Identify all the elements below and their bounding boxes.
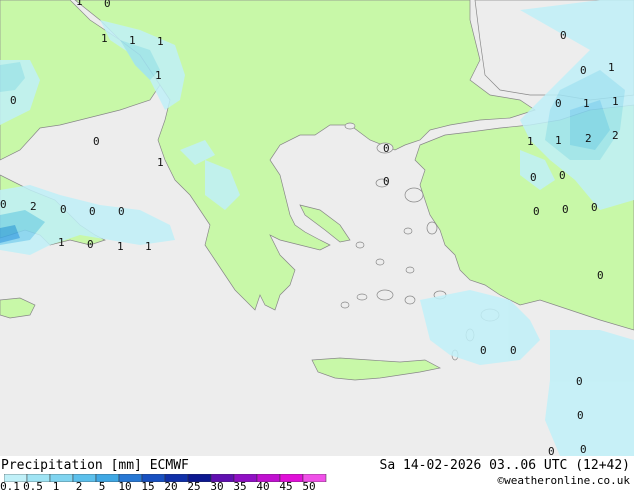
value-label: 0 [559, 169, 566, 182]
value-label: 1 [527, 135, 534, 148]
colorbar-tick: 10 [118, 480, 132, 493]
value-label: 1 [555, 134, 562, 147]
legend-title-text: Precipitation [mm] [1, 458, 142, 473]
value-label: 0 [383, 142, 390, 155]
value-label: 2 [585, 132, 592, 145]
value-label: 0 [87, 238, 94, 251]
land-crete [311, 357, 442, 381]
value-label: 0 [510, 344, 517, 357]
value-label: 0 [104, 0, 111, 10]
value-label: 0 [580, 443, 587, 456]
value-label: 1 [608, 61, 615, 74]
value-label: 0 [89, 205, 96, 218]
colorbar-tick: 20 [164, 480, 178, 493]
colorbar-tick: 40 [256, 480, 270, 493]
value-label: 1 [58, 236, 65, 249]
value-label: 0 [562, 203, 569, 216]
colorbar-tick: 5 [98, 480, 106, 493]
value-label: 2 [612, 129, 619, 142]
credit-text: ©weatheronline.co.uk [497, 474, 630, 487]
value-label: 1 [145, 240, 152, 253]
value-label: 1 [157, 156, 164, 169]
value-label: 0 [555, 97, 562, 110]
value-label: 0 [591, 201, 598, 214]
colorbar-tick: 50 [302, 480, 316, 493]
value-label: 0 [118, 205, 125, 218]
value-label: 0 [597, 269, 604, 282]
value-label: 0 [60, 203, 67, 216]
colorbar-tick: 0.1 [0, 480, 20, 493]
value-label: 1 [117, 240, 124, 253]
value-label: 0 [560, 29, 567, 42]
value-label: 1 [101, 32, 108, 45]
colorbar-tick: 45 [279, 480, 293, 493]
colorbar-ticks: 0.1 0.5 1 2 5 10 15 20 25 30 35 40 45 50 [0, 480, 340, 493]
value-label: 1 [612, 95, 619, 108]
value-label: 0 [580, 64, 587, 77]
precipitation-map: 0 1 1 1 1 1 0 0 1 0 0 2 0 0 1 0 1 1 0 0 … [0, 0, 634, 456]
map-graphic [0, 0, 634, 456]
value-label: 0 [383, 175, 390, 188]
value-label: 1 [155, 69, 162, 82]
colorbar-tick: 15 [141, 480, 155, 493]
colorbar-tick: 25 [187, 480, 201, 493]
value-label: 0 [548, 445, 555, 457]
land-sicily [0, 297, 36, 319]
colorbar-tick: 1 [52, 480, 60, 493]
value-label: 1 [583, 97, 590, 110]
value-label: 2 [30, 200, 37, 213]
value-label: 0 [10, 94, 17, 107]
value-label: 0 [533, 205, 540, 218]
legend-footer: Precipitation [mm] ECMWF Sa 14-02-2026 0… [0, 456, 634, 493]
value-label: 1 [76, 0, 83, 8]
colorbar-tick: 35 [233, 480, 247, 493]
value-label: 0 [480, 344, 487, 357]
model-name: ECMWF [149, 458, 189, 473]
value-label: 0 [93, 135, 100, 148]
colorbar-tick: 0.5 [23, 480, 43, 493]
value-label: 0 [0, 198, 7, 211]
value-label: 0 [530, 171, 537, 184]
legend-title: Precipitation [mm] ECMWF [1, 458, 189, 473]
colorbar-tick: 30 [210, 480, 224, 493]
value-label: 1 [129, 34, 136, 47]
value-label: 0 [577, 409, 584, 422]
value-label: 1 [157, 35, 164, 48]
value-label: 0 [576, 375, 583, 388]
run-datetime: Sa 14-02-2026 03..06 UTC (12+42) [379, 458, 630, 473]
colorbar-tick: 2 [75, 480, 83, 493]
